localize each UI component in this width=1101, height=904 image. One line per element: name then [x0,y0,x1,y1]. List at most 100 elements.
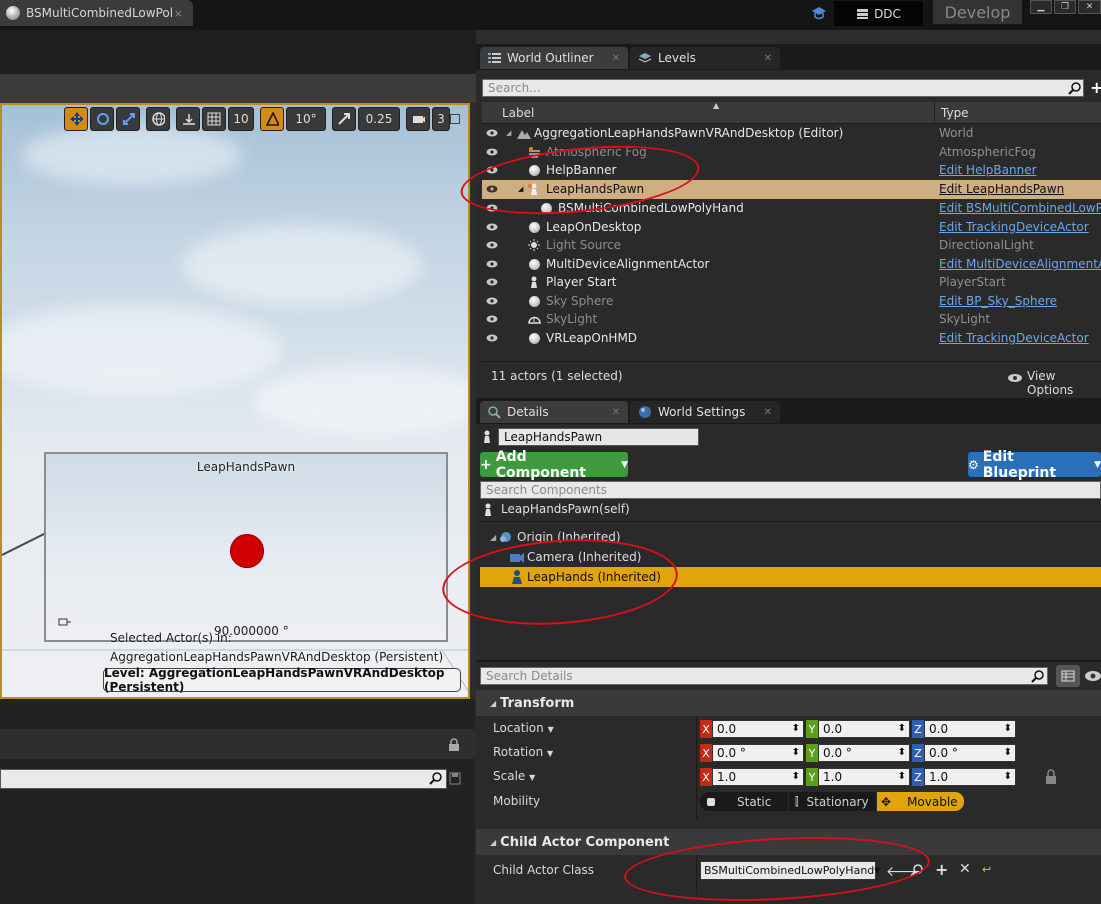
view-options-button[interactable]: View Options [1027,369,1101,397]
clear-x-icon[interactable]: ✕ [959,861,971,877]
rotation-label[interactable]: Rotation ▼ [493,745,553,759]
rotation-z-input[interactable]: 0.0 ° ⬍ [924,744,1016,762]
surface-snap-button[interactable] [176,107,200,131]
close-icon[interactable]: ✕ [612,407,620,418]
camera-speed-value[interactable]: 3 [432,107,450,131]
save-icon[interactable] [449,771,461,785]
visibility-eye-icon[interactable] [486,222,498,232]
document-tab[interactable]: BSMultiCombinedLowPol × [0,0,193,26]
transform-section-header[interactable]: ◢ Transform [476,690,1101,716]
reset-to-default-icon[interactable]: ↩ [982,863,991,876]
add-component-button[interactable]: + Add Component ▼ [480,449,628,481]
visibility-eye-icon[interactable] [486,333,498,343]
camera-speed-button[interactable] [406,107,430,131]
expand-arrow-icon[interactable]: ◢ [490,533,496,542]
outliner-row-type[interactable]: Edit LeapHandsPawn [939,182,1064,196]
outliner-row[interactable]: Light Source DirectionalLight [482,236,1101,255]
sort-ascending-icon[interactable]: ▲ [713,101,719,110]
close-icon[interactable]: ✕ [764,407,772,418]
location-z-input[interactable]: 0.0 ⬍ [924,720,1016,738]
scale-z-input[interactable]: 1.0 ⬍ [924,768,1016,786]
close-icon[interactable]: ✕ [764,53,772,64]
location-label[interactable]: Location ▼ [493,721,554,735]
self-component[interactable]: LeapHandsPawn(self) [501,502,630,516]
rotation-y-input[interactable]: 0.0 ° ⬍ [818,744,910,762]
maximize-viewport-icon[interactable] [450,114,460,124]
content-search-input[interactable] [0,769,447,789]
outliner-row-type: World [939,126,974,141]
visibility-eye-icon[interactable] [486,259,498,269]
outliner-row[interactable]: ◢ AggregationLeapHandsPawnVRAndDesktop (E… [482,124,1101,143]
search-components-input[interactable]: Search Components [480,481,1101,499]
grid-snap-button[interactable] [202,107,226,131]
scale-label[interactable]: Scale ▼ [493,769,535,783]
search-icon[interactable] [1068,81,1082,95]
search-icon[interactable] [1031,669,1045,683]
outliner-row-type[interactable]: Edit HelpBanner [939,163,1037,177]
eye-icon[interactable] [1084,669,1101,683]
minimize-button[interactable]: ▁ [1030,0,1052,14]
world-local-button[interactable] [146,107,170,131]
search-details-input[interactable]: Search Details [480,667,1048,685]
add-icon[interactable]: + [1090,80,1101,96]
outliner-row[interactable]: VRLeapOnHMD Edit TrackingDeviceActor [482,329,1101,348]
visibility-eye-icon[interactable] [486,296,498,306]
mobility-stationary-button[interactable]: ⫿ Stationary [789,792,876,811]
outliner-search-input[interactable]: Search... [482,79,1084,97]
outliner-row-type[interactable]: Edit TrackingDeviceActor [939,331,1089,345]
tab-levels[interactable]: Levels ✕ [630,47,780,69]
visibility-eye-icon[interactable] [486,240,498,250]
maximize-button[interactable]: ❐ [1054,0,1076,14]
preview-pin-icon[interactable] [58,616,74,628]
expand-arrow-icon[interactable]: ◢ [506,129,511,137]
tab-world-outliner[interactable]: World Outliner ✕ [480,47,628,69]
rotate-tool-button[interactable] [90,107,114,131]
mobility-static-button[interactable]: Static [700,792,788,811]
add-icon[interactable]: + [935,860,948,879]
scale-snap-value[interactable]: 0.25 [358,107,400,131]
grid-snap-value[interactable]: 10 [228,107,254,131]
rotation-snap-button[interactable] [260,107,284,131]
visibility-eye-icon[interactable] [486,147,498,157]
tab-world-settings[interactable]: World Settings ✕ [630,401,780,423]
outliner-row[interactable]: LeapOnDesktop Edit TrackingDeviceActor [482,218,1101,237]
location-x-input[interactable]: 0.0 ⬍ [712,720,804,738]
col-label[interactable]: Label [502,106,534,120]
close-window-button[interactable]: ✕ [1078,0,1101,14]
outliner-row[interactable]: Sky Sphere Edit BP_Sky_Sphere [482,292,1101,311]
location-y-input[interactable]: 0.0 ⬍ [818,720,910,738]
scale-y-input[interactable]: 1.0 ⬍ [818,768,910,786]
visibility-eye-icon[interactable] [486,128,498,138]
lock-icon[interactable] [447,738,461,752]
outliner-row[interactable]: SkyLight SkyLight [482,310,1101,329]
ddc-button[interactable]: DDC [834,1,923,26]
col-type[interactable]: Type [941,106,969,120]
translate-tool-button[interactable] [64,107,88,131]
actor-name-input[interactable]: LeapHandsPawn [498,428,699,446]
property-matrix-button[interactable] [1056,665,1080,687]
splitter[interactable] [476,660,1101,662]
outliner-row-type[interactable]: Edit BP_Sky_Sphere [939,294,1057,308]
visibility-eye-icon[interactable] [486,277,498,287]
graduation-cap-icon[interactable] [811,6,827,20]
outliner-row[interactable]: Player Start PlayerStart [482,273,1101,292]
column-divider[interactable] [934,102,935,124]
search-icon[interactable] [429,771,443,785]
outliner-row-type[interactable]: Edit BSMultiCombinedLowPo [939,201,1101,215]
rotation-x-input[interactable]: 0.0 ° ⬍ [712,744,804,762]
scale-x-input[interactable]: 1.0 ⬍ [712,768,804,786]
lock-icon[interactable] [1044,769,1058,785]
close-icon[interactable]: × [174,7,183,20]
edit-blueprint-button[interactable]: ⚙ Edit Blueprint ▼ [968,449,1101,481]
scale-snap-button[interactable] [332,107,356,131]
develop-button[interactable]: Develop [933,0,1022,24]
scale-tool-button[interactable] [116,107,140,131]
outliner-row-type[interactable]: Edit MultiDeviceAlignmentAct [939,257,1101,271]
outliner-row-type[interactable]: Edit TrackingDeviceActor [939,220,1089,234]
rotation-snap-value[interactable]: 10° [286,107,326,131]
mobility-movable-button[interactable]: ✥ Movable [877,792,964,811]
tab-details[interactable]: Details ✕ [480,401,628,423]
outliner-row[interactable]: MultiDeviceAlignmentActor Edit MultiDevic… [482,255,1101,274]
close-icon[interactable]: ✕ [612,53,620,64]
visibility-eye-icon[interactable] [486,314,498,324]
